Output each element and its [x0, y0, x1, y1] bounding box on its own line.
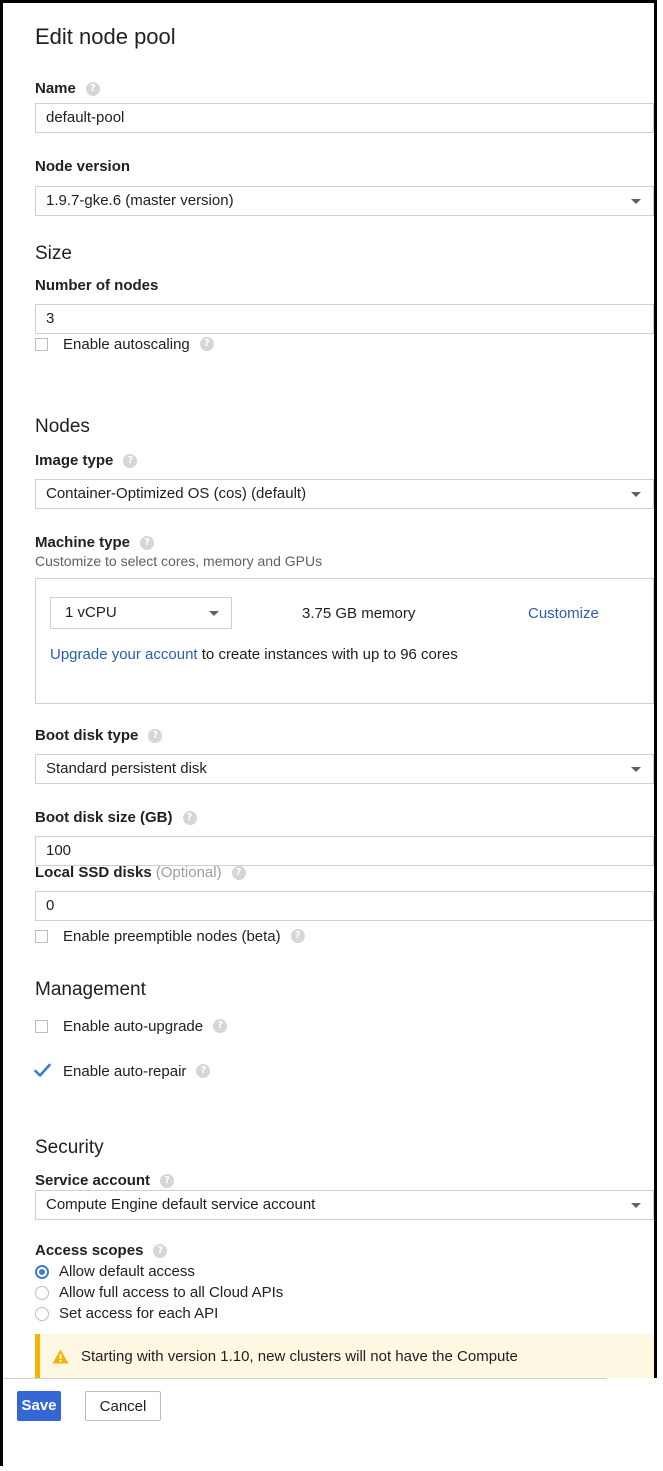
upgrade-text-rest: to create instances with up to 96 cores	[197, 646, 458, 663]
upgrade-account-link[interactable]: Upgrade your account	[50, 646, 198, 663]
warning-triangle-icon	[52, 1349, 69, 1363]
scope-option-label: Set access for each API	[59, 1305, 219, 1322]
name-label-row: Name ?	[35, 80, 100, 97]
dropdown-caret-icon	[209, 611, 219, 616]
local-ssd-label: Local SSD disks	[35, 864, 152, 881]
autoscaling-checkbox[interactable]	[35, 337, 48, 351]
boot-disk-size-input[interactable]: 100	[35, 836, 654, 866]
help-icon[interactable]: ?	[140, 535, 155, 550]
boot-disk-size-label: Boot disk size (GB)	[35, 809, 173, 826]
help-icon[interactable]: ?	[213, 1019, 228, 1033]
machine-type-box: 1 vCPU 3.75 GB memory Customize Upgrade …	[35, 578, 654, 704]
local-ssd-label-row: Local SSD disks (Optional) ?	[35, 864, 246, 881]
boot-disk-size-label-row: Boot disk size (GB) ?	[35, 809, 197, 826]
vcpu-value: 1 vCPU	[65, 604, 117, 621]
boot-disk-type-select[interactable]: Standard persistent disk	[35, 754, 654, 784]
access-scopes-label: Access scopes	[35, 1242, 144, 1259]
preemptible-label: Enable preemptible nodes (beta)	[63, 927, 281, 945]
local-ssd-optional: (Optional)	[155, 864, 222, 881]
number-of-nodes-input[interactable]: 3	[35, 304, 654, 334]
help-icon[interactable]: ?	[153, 1243, 168, 1258]
boot-disk-type-label: Boot disk type	[35, 727, 139, 744]
node-version-label: Node version	[35, 158, 131, 175]
warning-banner: Starting with version 1.10, new clusters…	[35, 1334, 654, 1378]
auto-repair-label: Enable auto-repair	[63, 1062, 187, 1080]
auto-repair-row[interactable]: Enable auto-repair ?	[34, 1061, 211, 1081]
autoscaling-row[interactable]: Enable autoscaling ?	[35, 334, 214, 354]
nodes-heading: Nodes	[35, 416, 90, 437]
help-icon[interactable]: ?	[231, 865, 246, 880]
node-version-value: 1.9.7-gke.6 (master version)	[46, 192, 234, 209]
help-icon[interactable]: ?	[182, 810, 197, 825]
dropdown-caret-icon	[631, 1203, 641, 1208]
memory-text: 3.75 GB memory	[302, 605, 416, 622]
help-icon[interactable]: ?	[290, 929, 305, 943]
machine-type-subtitle: Customize to select cores, memory and GP…	[35, 553, 323, 569]
access-scopes-label-row: Access scopes ?	[35, 1242, 168, 1259]
upgrade-text: Upgrade your account to create instances…	[50, 646, 458, 663]
dropdown-caret-icon	[631, 199, 641, 204]
service-account-value: Compute Engine default service account	[46, 1196, 316, 1213]
preemptible-checkbox[interactable]	[35, 929, 48, 943]
help-icon[interactable]: ?	[160, 1173, 175, 1188]
dropdown-caret-icon	[631, 767, 641, 772]
machine-type-label: Machine type	[35, 534, 131, 551]
help-icon[interactable]: ?	[196, 1064, 211, 1078]
image-type-label: Image type	[35, 452, 114, 469]
name-label: Name	[35, 80, 76, 97]
image-type-value: Container-Optimized OS (cos) (default)	[46, 485, 307, 502]
footer-divider	[3, 1378, 607, 1379]
auto-upgrade-checkbox[interactable]	[35, 1019, 48, 1033]
boot-disk-type-label-row: Boot disk type ?	[35, 727, 163, 744]
radio-button[interactable]	[35, 1264, 49, 1279]
service-account-label-row: Service account ?	[35, 1172, 175, 1189]
cancel-button[interactable]: Cancel	[85, 1391, 161, 1421]
save-button[interactable]: Save	[17, 1391, 61, 1421]
scope-option-full[interactable]: Allow full access to all Cloud APIs	[35, 1282, 283, 1303]
boot-disk-type-value: Standard persistent disk	[46, 760, 207, 777]
customize-link[interactable]: Customize	[528, 605, 599, 622]
preemptible-row[interactable]: Enable preemptible nodes (beta) ?	[35, 926, 305, 946]
access-scopes-radio-group: Allow default access Allow full access t…	[35, 1261, 283, 1324]
management-heading: Management	[35, 979, 146, 1000]
auto-upgrade-row[interactable]: Enable auto-upgrade ?	[35, 1016, 228, 1036]
dropdown-caret-icon	[631, 492, 641, 497]
service-account-select[interactable]: Compute Engine default service account	[35, 1190, 654, 1220]
local-ssd-input[interactable]: 0	[35, 891, 654, 921]
page-title: Edit node pool	[35, 24, 176, 49]
checkmark-icon	[34, 1063, 51, 1077]
radio-button[interactable]	[35, 1285, 49, 1300]
image-type-label-row: Image type ?	[35, 452, 138, 469]
number-of-nodes-label: Number of nodes	[35, 277, 159, 294]
vcpu-select[interactable]: 1 vCPU	[50, 597, 232, 629]
name-input[interactable]: default-pool	[35, 103, 654, 133]
help-icon[interactable]: ?	[123, 453, 138, 468]
warning-text: Starting with version 1.10, new clusters…	[81, 1347, 518, 1365]
size-heading: Size	[35, 243, 72, 264]
scope-option-each-api[interactable]: Set access for each API	[35, 1303, 283, 1324]
scope-option-label: Allow full access to all Cloud APIs	[59, 1284, 284, 1301]
help-icon[interactable]: ?	[199, 337, 214, 351]
service-account-label: Service account	[35, 1172, 151, 1189]
auto-upgrade-label: Enable auto-upgrade	[63, 1017, 204, 1035]
auto-repair-checkbox[interactable]	[34, 1063, 51, 1078]
help-icon[interactable]: ?	[148, 728, 163, 743]
scope-option-label: Allow default access	[59, 1263, 195, 1280]
node-version-select[interactable]: 1.9.7-gke.6 (master version)	[35, 186, 654, 216]
radio-button[interactable]	[35, 1306, 49, 1321]
machine-type-label-row: Machine type ?	[35, 534, 155, 551]
scope-option-default[interactable]: Allow default access	[35, 1261, 283, 1282]
autoscaling-label: Enable autoscaling	[63, 335, 190, 353]
image-type-select[interactable]: Container-Optimized OS (cos) (default)	[35, 479, 654, 509]
help-icon[interactable]: ?	[85, 81, 100, 96]
security-heading: Security	[35, 1137, 104, 1158]
